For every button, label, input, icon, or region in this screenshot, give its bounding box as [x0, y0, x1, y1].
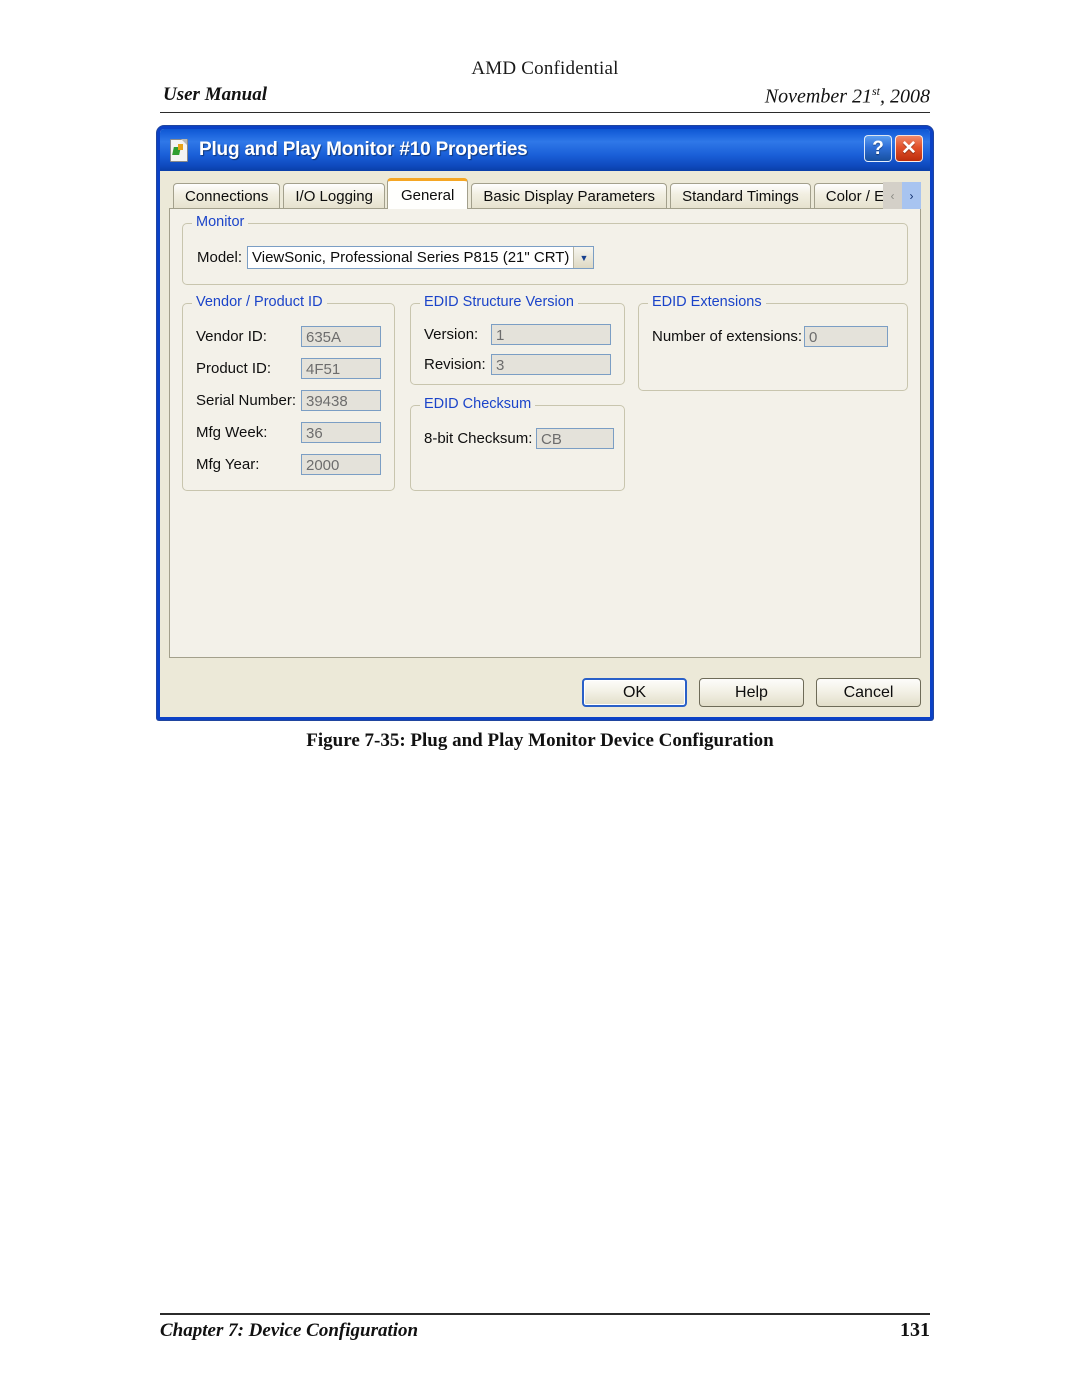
chevron-left-icon[interactable]: ‹ [883, 182, 902, 209]
header-date: November 21st, 2008 [765, 84, 930, 109]
group-monitor-legend: Monitor [192, 214, 249, 230]
checksum-row: 8-bit Checksum: CB [424, 428, 614, 449]
vendor-id-label: Vendor ID: [196, 328, 267, 345]
mfg-year-field[interactable]: 2000 [301, 454, 381, 475]
tab-io-logging[interactable]: I/O Logging [283, 183, 385, 209]
page-footer: Chapter 7: Device Configuration 131 [160, 1313, 930, 1342]
page-header: AMD Confidential User Manual November 21… [160, 58, 930, 113]
mfg-week-row: Mfg Week: 36 [196, 422, 381, 443]
dialog-title: Plug and Play Monitor #10 Properties [199, 139, 528, 160]
monitor-properties-dialog: Plug and Play Monitor #10 Properties ? ✕… [157, 126, 933, 720]
general-tab-page: Monitor Model: ViewSonic, Professional S… [169, 208, 921, 658]
serial-number-label: Serial Number: [196, 392, 297, 409]
header-date-year: , 2008 [880, 85, 930, 108]
group-edid-structure-version-legend: EDID Structure Version [420, 294, 578, 310]
group-monitor: Monitor Model: ViewSonic, Professional S… [182, 214, 908, 285]
model-row: Model: ViewSonic, Professional Series P8… [197, 246, 595, 269]
mfg-week-label: Mfg Week: [196, 424, 268, 441]
extensions-field[interactable]: 0 [804, 326, 888, 347]
product-id-row: Product ID: 4F51 [196, 358, 381, 379]
dialog-button-row: OK Help Cancel [582, 678, 921, 707]
extensions-row: Number of extensions: 0 [652, 326, 888, 347]
tab-color-e[interactable]: Color / E [813, 183, 888, 209]
tab-connections[interactable]: Connections [173, 183, 281, 209]
header-document-type: User Manual [163, 84, 267, 105]
tab-standard-timings[interactable]: Standard Timings [670, 183, 811, 209]
vendor-id-field[interactable]: 635A [301, 326, 381, 347]
help-icon-button[interactable]: ? [864, 135, 892, 162]
confidential-notice: AMD Confidential [471, 58, 619, 79]
model-label: Model: [197, 249, 243, 266]
dialog-titlebar[interactable]: Plug and Play Monitor #10 Properties ? ✕ [160, 129, 930, 171]
monitor-properties-icon [168, 138, 190, 162]
header-date-ordinal: st [871, 84, 880, 98]
group-edid-structure-version: EDID Structure Version Version: 1 Revisi… [410, 294, 625, 385]
cancel-button[interactable]: Cancel [816, 678, 921, 707]
tab-general[interactable]: General [386, 178, 469, 209]
group-edid-checksum-legend: EDID Checksum [420, 396, 536, 412]
titlebar-buttons: ? ✕ [864, 135, 923, 162]
version-row: Version: 1 [424, 324, 611, 345]
checksum-label: 8-bit Checksum: [424, 430, 533, 447]
chevron-right-icon[interactable]: › [902, 182, 921, 209]
version-field[interactable]: 1 [491, 324, 611, 345]
group-edid-extensions: EDID Extensions Number of extensions: 0 [638, 294, 908, 391]
product-id-field[interactable]: 4F51 [301, 358, 381, 379]
group-edid-checksum: EDID Checksum 8-bit Checksum: CB [410, 396, 625, 491]
tab-scroll-controls: ‹ › [883, 182, 921, 209]
model-combobox[interactable]: ViewSonic, Professional Series P815 (21"… [247, 246, 595, 269]
group-vendor-product-id: Vendor / Product ID Vendor ID: 635A Prod… [182, 294, 395, 491]
group-vendor-product-id-legend: Vendor / Product ID [192, 294, 327, 310]
serial-number-field[interactable]: 39438 [301, 390, 381, 411]
figure-caption: Figure 7-35: Plug and Play Monitor Devic… [306, 730, 774, 751]
close-icon-button[interactable]: ✕ [895, 135, 923, 162]
mfg-year-row: Mfg Year: 2000 [196, 454, 381, 475]
header-rule: User Manual November 21st, 2008 [160, 84, 930, 113]
dialog-body: Connections I/O Logging General Basic Di… [160, 171, 930, 717]
serial-number-row: Serial Number: 39438 [196, 390, 381, 411]
footer-page-number: 131 [900, 1319, 930, 1341]
revision-field[interactable]: 3 [491, 354, 611, 375]
model-value: ViewSonic, Professional Series P815 (21"… [252, 249, 570, 266]
ok-button[interactable]: OK [582, 678, 687, 707]
product-id-label: Product ID: [196, 360, 272, 377]
chevron-down-icon[interactable]: ▼ [573, 247, 594, 268]
revision-label: Revision: [424, 356, 486, 373]
help-button[interactable]: Help [699, 678, 804, 707]
revision-row: Revision: 3 [424, 354, 611, 375]
mfg-year-label: Mfg Year: [196, 456, 260, 473]
version-label: Version: [424, 326, 479, 343]
checksum-field[interactable]: CB [536, 428, 614, 449]
mfg-week-field[interactable]: 36 [301, 422, 381, 443]
extensions-label: Number of extensions: [652, 328, 803, 345]
tab-basic-display-parameters[interactable]: Basic Display Parameters [471, 183, 668, 209]
tab-strip: Connections I/O Logging General Basic Di… [169, 178, 921, 209]
group-edid-extensions-legend: EDID Extensions [648, 294, 766, 310]
header-date-main: November 21 [764, 85, 872, 108]
footer-chapter: Chapter 7: Device Configuration [160, 1320, 419, 1341]
vendor-id-row: Vendor ID: 635A [196, 326, 381, 347]
